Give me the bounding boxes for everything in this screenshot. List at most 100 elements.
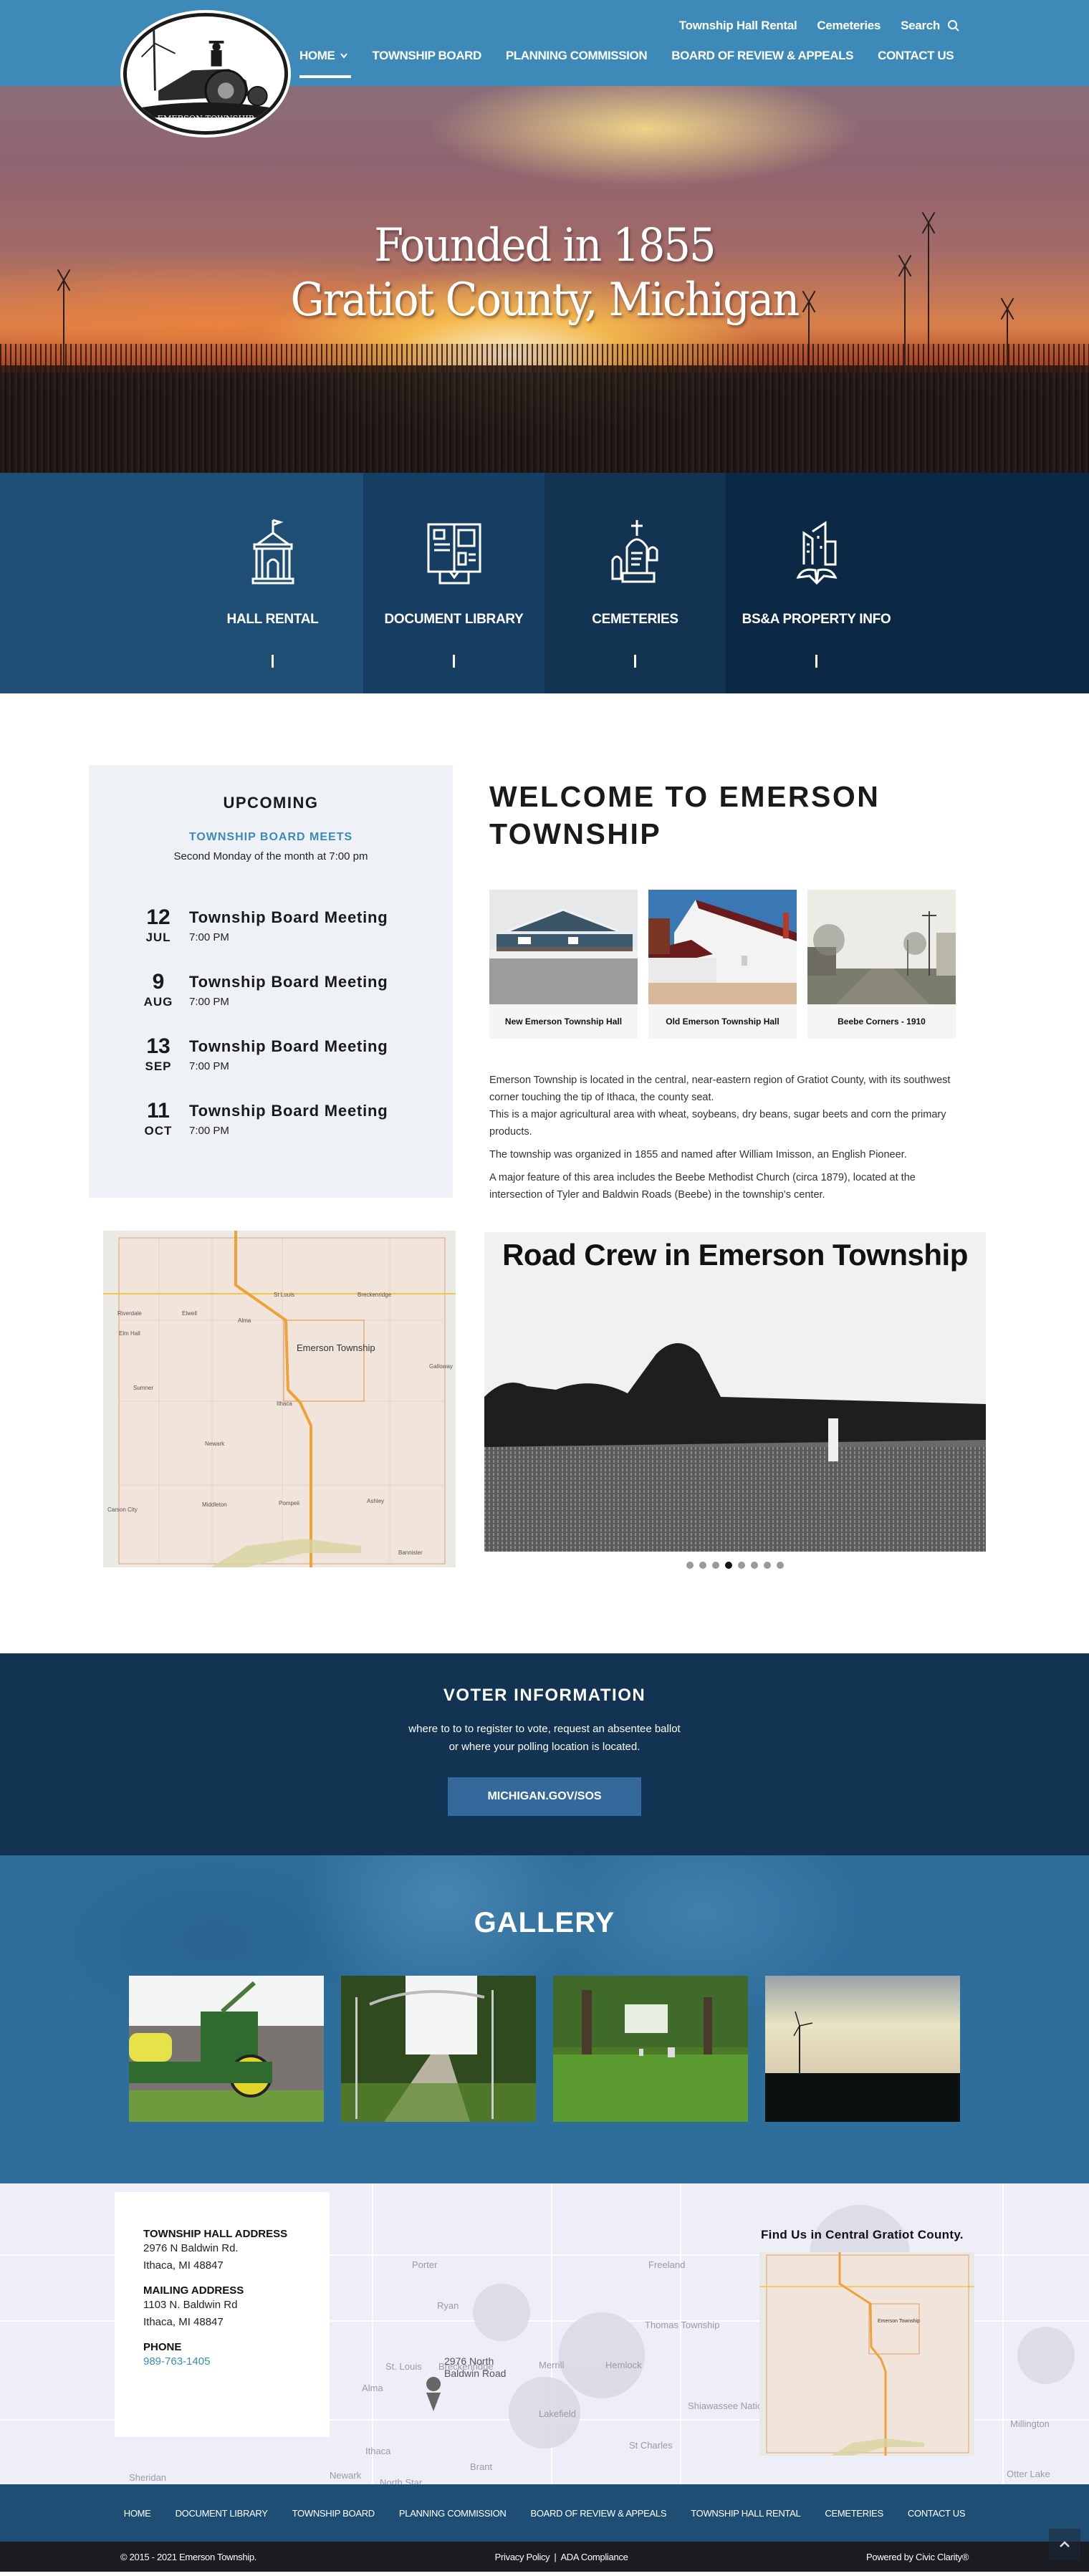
event-month: SEP [145,1059,172,1073]
footer-link-document-library[interactable]: DOCUMENT LIBRARY [176,2508,268,2519]
event-item[interactable]: 12 JUL Township Board Meeting 7:00 PM [132,907,453,961]
quick-link-bsa-property-info[interactable]: BS&A PROPERTY INFO [726,473,907,693]
phone-link[interactable]: 989-763-1405 [143,2355,210,2368]
svg-text:Millington: Millington [1010,2418,1050,2429]
scroll-to-top-button[interactable] [1049,2529,1080,2560]
footer-bottom-bar: © 2015 - 2021 Emerson Township. Privacy … [0,2529,1089,2572]
nav-home[interactable]: HOME [299,49,352,78]
svg-text:Porter: Porter [412,2259,438,2270]
gallery-image-wind-turbine[interactable] [765,1976,960,2122]
hero-title: Founded in 1855 Gratiot County, Michigan [44,218,1045,327]
hero-line-2: Gratiot County, Michigan [290,274,800,327]
copyright: © 2015 - 2021 Emerson Township. [120,2551,257,2562]
svg-text:North Star: North Star [380,2477,423,2484]
welcome-title: WELCOME TO EMERSON TOWNSHIP [489,780,881,850]
gallery-image-cemetery-trees[interactable] [553,1976,748,2122]
hall-address-label: TOWNSHIP HALL ADDRESS [143,2228,288,2240]
event-time: 7:00 PM [189,996,229,1008]
search-icon [948,20,959,32]
footer-link-township-board[interactable]: TOWNSHIP BOARD [292,2508,375,2519]
mailing-address-line1: 1103 N. Baldwin Rd [143,2299,238,2311]
gallery-title: GALLERY [474,1907,615,1938]
photo-card[interactable]: Beebe Corners - 1910 [807,890,956,1039]
utility-nav: Township Hall Rental Cemeteries Search [679,19,960,33]
slider-dot[interactable] [686,1562,694,1569]
event-month: AUG [143,995,173,1009]
footer-link-contact-us[interactable]: CONTACT US [908,2508,966,2519]
ada-compliance-link[interactable]: ADA Compliance [560,2552,628,2562]
nav-board-of-review[interactable]: BOARD OF REVIEW & APPEALS [671,49,853,63]
map-pin-icon[interactable] [426,2377,441,2391]
slider-dot[interactable] [751,1562,758,1569]
footer-link-cemeteries[interactable]: CEMETERIES [825,2508,883,2519]
gallery-image-cemetery-gate[interactable] [341,1976,536,2122]
svg-text:Brant: Brant [470,2461,492,2472]
svg-text:Sumner: Sumner [133,1385,153,1391]
svg-text:Ryan: Ryan [437,2300,459,2311]
quick-link-divider [815,655,817,668]
slider-dot[interactable] [777,1562,784,1569]
slider-dots [686,1562,784,1569]
footer-link-township-hall-rental[interactable]: TOWNSHIP HALL RENTAL [691,2508,800,2519]
slider-dot[interactable] [764,1562,771,1569]
event-title: Township Board Meeting [189,973,388,991]
michigan-sos-button[interactable]: MICHIGAN.GOV/SOS [448,1777,641,1816]
mailing-address-label: MAILING ADDRESS [143,2284,244,2297]
svg-text:Middleton: Middleton [202,1501,227,1508]
photo-card[interactable]: New Emerson Township Hall [489,890,638,1039]
quick-link-hall-rental[interactable]: HALL RENTAL [182,473,363,693]
mini-county-map[interactable]: Emerson Township [759,2252,974,2456]
privacy-policy-link[interactable]: Privacy Policy [495,2552,550,2562]
welcome-description: Emerson Township is located in the centr… [489,1072,962,1203]
legal-links: Privacy Policy | ADA Compliance [495,2552,628,2562]
svg-text:Otter Lake: Otter Lake [1007,2469,1050,2479]
footer-link-board-of-review[interactable]: BOARD OF REVIEW & APPEALS [531,2508,667,2519]
township-logo[interactable]: EMERSON TOWNSHIP [123,13,288,135]
footer-link-home[interactable]: HOME [124,2508,151,2519]
board-meets-description: Second Monday of the month at 7:00 pm [173,850,368,862]
svg-text:Elwell: Elwell [182,1310,197,1317]
event-item[interactable]: 11 OCT Township Board Meeting 7:00 PM [132,1100,453,1155]
event-date: 9 AUG [132,971,185,1009]
svg-text:Lakefield: Lakefield [539,2408,576,2419]
quick-link-label: HALL RENTAL [226,612,319,627]
slider-dot[interactable] [699,1562,706,1569]
event-day: 11 [147,1099,170,1123]
utility-link-cemeteries[interactable]: Cemeteries [817,19,881,33]
old-township-hall-photo [648,890,797,1004]
nav-planning-commission[interactable]: PLANNING COMMISSION [506,49,648,63]
slider-dot[interactable] [725,1562,732,1569]
slider-dot[interactable] [712,1562,719,1569]
footer-nav: HOME DOCUMENT LIBRARY TOWNSHIP BOARD PLA… [0,2484,1089,2542]
map-highlight-label: Emerson Township [297,1342,375,1353]
photo-caption: Old Emerson Township Hall [666,1017,779,1027]
photo-card[interactable]: Old Emerson Township Hall [648,890,797,1039]
beebe-corners-photo [807,890,956,1004]
svg-text:Ithaca: Ithaca [277,1400,292,1407]
tractor-logo-icon: EMERSON TOWNSHIP [128,16,284,131]
event-item[interactable]: 9 AUG Township Board Meeting 7:00 PM [132,971,453,1026]
gratiot-county-map[interactable]: Emerson Township Alma St Louis Breckenri… [103,1231,456,1567]
svg-text:Newark: Newark [330,2470,362,2481]
nav-contact-us[interactable]: CONTACT US [878,49,954,63]
quick-link-document-library[interactable]: DOCUMENT LIBRARY [363,473,544,693]
main-content: UPCOMING TOWNSHIP BOARD MEETS Second Mon… [0,693,1089,1653]
search-button[interactable]: Search [901,19,960,33]
quick-link-divider [453,655,455,668]
town-hall-icon [251,519,294,585]
welcome-paragraph: The township was organized in 1855 and n… [489,1149,907,1160]
svg-text:Hemlock: Hemlock [605,2360,642,2370]
event-list: 12 JUL Township Board Meeting 7:00 PM 9 … [89,907,453,1155]
quick-link-cemeteries[interactable]: CEMETERIES [544,473,726,693]
powered-by-link[interactable]: Powered by Civic Clarity® [866,2552,969,2562]
welcome-section: WELCOME TO EMERSON TOWNSHIP New Emerson … [489,778,962,1209]
utility-link-township-hall-rental[interactable]: Township Hall Rental [679,19,797,33]
footer-link-planning-commission[interactable]: PLANNING COMMISSION [399,2508,507,2519]
gallery-image-tractor[interactable] [129,1976,324,2122]
nav-township-board[interactable]: TOWNSHIP BOARD [372,49,481,63]
svg-text:Ashley: Ashley [367,1498,384,1504]
voter-information: VOTER INFORMATION where to to to registe… [0,1653,1089,1855]
image-slider[interactable]: Road Crew in Emerson Township [484,1232,986,1552]
slider-dot[interactable] [738,1562,745,1569]
event-item[interactable]: 13 SEP Township Board Meeting 7:00 PM [132,1036,453,1090]
